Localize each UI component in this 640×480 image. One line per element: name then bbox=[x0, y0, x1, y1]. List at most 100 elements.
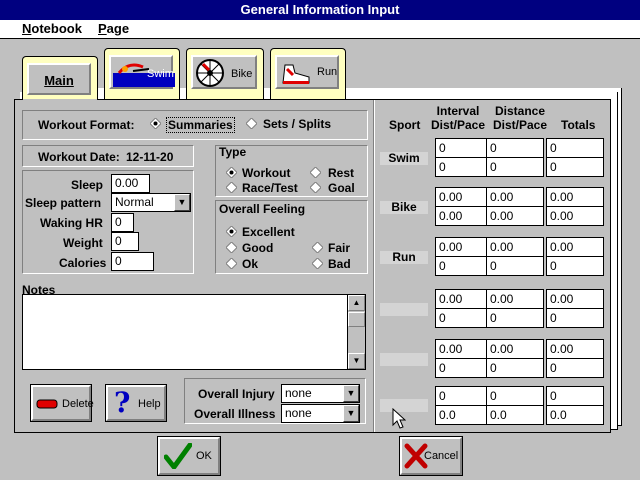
scroll-thumb[interactable] bbox=[348, 312, 365, 327]
overall-illness-dropdown-button[interactable]: ▼ bbox=[343, 405, 359, 422]
good-label: Good bbox=[242, 241, 274, 255]
grid-cell[interactable]: 0 bbox=[435, 157, 493, 177]
calories-label: Calories bbox=[59, 256, 107, 270]
overall-illness-label: Overall Illness bbox=[194, 407, 276, 421]
grid-cell[interactable]: 0 bbox=[486, 358, 544, 378]
totals-header: Totals bbox=[561, 118, 596, 132]
grid-cell[interactable]: 0 bbox=[546, 138, 604, 158]
radio-sets-splits[interactable] bbox=[246, 118, 257, 129]
grid-cell[interactable]: 0 bbox=[546, 256, 604, 276]
radio-goal[interactable] bbox=[310, 182, 321, 193]
waking-hr-label: Waking HR bbox=[40, 216, 103, 230]
waking-hr-input[interactable]: 0 bbox=[111, 213, 134, 232]
grid-cell[interactable]: 0.00 bbox=[435, 187, 493, 207]
grid-cell[interactable]: 0 bbox=[435, 256, 493, 276]
sleep-input[interactable]: 0.00 bbox=[111, 174, 150, 193]
race-test-label: Race/Test bbox=[242, 181, 298, 195]
sport-label-row-3: Run bbox=[380, 251, 428, 264]
grid-cell[interactable]: 0 bbox=[435, 386, 493, 406]
weight-input[interactable]: 0 bbox=[111, 232, 139, 251]
sport-label-row-1: Swim bbox=[380, 152, 428, 165]
grid-cell[interactable]: 0.00 bbox=[546, 206, 604, 226]
overall-feeling-label: Overall Feeling bbox=[219, 202, 306, 216]
bad-label: Bad bbox=[328, 257, 351, 271]
delete-icon bbox=[36, 399, 58, 409]
grid-cell[interactable]: 0.00 bbox=[546, 237, 604, 257]
sleep-pattern-label: Sleep pattern bbox=[25, 196, 102, 210]
cancel-button[interactable]: Cancel bbox=[399, 436, 463, 476]
sleep-pattern-dropdown-button[interactable]: ▼ bbox=[174, 194, 190, 211]
checkmark-icon bbox=[164, 443, 192, 469]
radio-rest[interactable] bbox=[310, 167, 321, 178]
interval-header: Interval Dist/Pace bbox=[430, 104, 486, 132]
ok-button[interactable]: OK bbox=[157, 436, 221, 476]
grid-cell[interactable]: 0 bbox=[486, 308, 544, 328]
grid-cell[interactable]: 0 bbox=[546, 157, 604, 177]
grid-cell[interactable]: 0.00 bbox=[486, 237, 544, 257]
workout-date-value: 12-11-20 bbox=[126, 150, 174, 164]
delete-button[interactable]: Delete bbox=[30, 384, 94, 422]
grid-cell[interactable]: 0.00 bbox=[486, 206, 544, 226]
grid-cell[interactable]: 0 bbox=[546, 386, 604, 406]
sport-label-row-2: Bike bbox=[380, 201, 428, 214]
help-label: Help bbox=[138, 398, 161, 410]
radio-summaries[interactable] bbox=[150, 118, 161, 129]
grid-cell[interactable]: 0 bbox=[486, 386, 544, 406]
grid-cell[interactable]: 0 bbox=[486, 256, 544, 276]
grid-cell[interactable]: 0.00 bbox=[546, 187, 604, 207]
type-label: Type bbox=[219, 145, 247, 159]
grid-cell[interactable]: 0.00 bbox=[486, 187, 544, 207]
workout-format-label: Workout Format: bbox=[38, 118, 135, 132]
grid-cell[interactable]: 0.00 bbox=[435, 237, 493, 257]
sport-label-row-5 bbox=[380, 353, 428, 366]
scroll-down-button[interactable]: ▼ bbox=[348, 353, 365, 369]
grid-cell[interactable]: 0 bbox=[486, 138, 544, 158]
help-button[interactable]: ? Help bbox=[105, 384, 167, 422]
goal-label: Goal bbox=[328, 181, 355, 195]
grid-cell[interactable]: 0.0 bbox=[486, 405, 544, 425]
grid-cell[interactable]: 0.0 bbox=[435, 405, 493, 425]
overall-injury-dropdown-button[interactable]: ▼ bbox=[343, 385, 359, 402]
notes-scrollbar[interactable]: ▲ ▼ bbox=[347, 295, 365, 369]
radio-fair[interactable] bbox=[312, 242, 323, 253]
radio-excellent[interactable] bbox=[226, 226, 237, 237]
overall-injury-label: Overall Injury bbox=[198, 387, 275, 401]
grid-cell[interactable]: 0 bbox=[486, 157, 544, 177]
radio-ok[interactable] bbox=[226, 258, 237, 269]
excellent-label: Excellent bbox=[242, 225, 295, 239]
radio-good[interactable] bbox=[226, 242, 237, 253]
grid-cell[interactable]: 0 bbox=[435, 308, 493, 328]
radio-workout[interactable] bbox=[226, 167, 237, 178]
notes-textarea[interactable] bbox=[22, 294, 366, 370]
grid-divider bbox=[374, 100, 375, 432]
rest-label: Rest bbox=[328, 166, 355, 180]
distance-header: Distance Dist/Pace bbox=[492, 104, 548, 132]
grid-cell[interactable]: 0 bbox=[435, 138, 493, 158]
scroll-up-button[interactable]: ▲ bbox=[348, 295, 365, 311]
grid-cell[interactable]: 0 bbox=[546, 308, 604, 328]
radio-race-test[interactable] bbox=[226, 182, 237, 193]
sport-label-row-4 bbox=[380, 303, 428, 316]
sport-header: Sport bbox=[389, 118, 421, 132]
grid-cell[interactable]: 0 bbox=[546, 358, 604, 378]
cancel-label: Cancel bbox=[424, 450, 459, 462]
grid-cell[interactable]: 0.00 bbox=[546, 289, 604, 309]
grid-cell[interactable]: 0.00 bbox=[435, 339, 493, 359]
ok-feeling-label: Ok bbox=[242, 257, 259, 271]
grid-cell[interactable]: 0.00 bbox=[486, 289, 544, 309]
weight-label: Weight bbox=[63, 236, 103, 250]
workout-date-label: Workout Date: bbox=[38, 150, 120, 164]
workout-label: Workout bbox=[242, 166, 291, 180]
grid-cell[interactable]: 0.00 bbox=[486, 339, 544, 359]
grid-cell[interactable]: 0.00 bbox=[546, 339, 604, 359]
grid-cell[interactable]: 0.00 bbox=[435, 289, 493, 309]
grid-cell[interactable]: 0.00 bbox=[435, 206, 493, 226]
help-icon: ? bbox=[114, 386, 131, 419]
delete-label: Delete bbox=[62, 398, 94, 410]
calories-input[interactable]: 0 bbox=[111, 252, 154, 271]
grid-cell[interactable]: 0 bbox=[435, 358, 493, 378]
grid-cell[interactable]: 0.0 bbox=[546, 405, 604, 425]
radio-bad[interactable] bbox=[312, 258, 323, 269]
sets-splits-label: Sets / Splits bbox=[263, 117, 332, 131]
summaries-label: Summaries bbox=[166, 117, 235, 133]
